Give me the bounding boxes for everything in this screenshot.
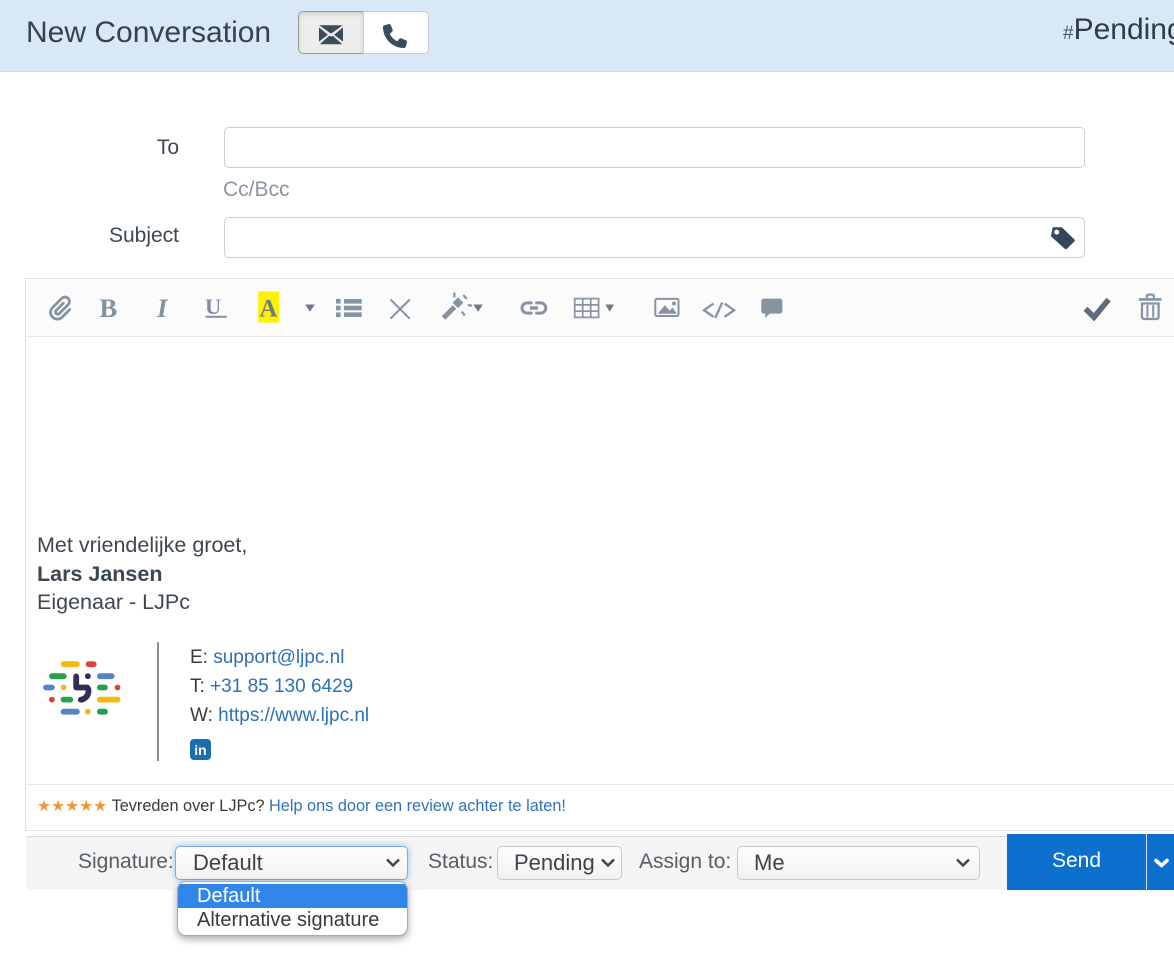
svg-text:B: B [100, 293, 118, 323]
svg-text:I: I [156, 293, 169, 323]
svg-text:A: A [259, 296, 277, 323]
svg-text:U: U [205, 294, 221, 319]
